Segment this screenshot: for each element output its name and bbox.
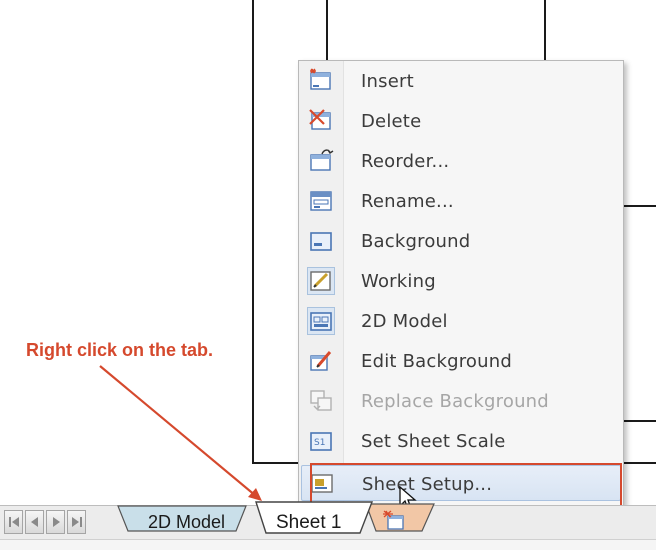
tab-2d-model[interactable]: 2D Model — [148, 512, 225, 533]
sheet-tab-strip: 2D Model Sheet 1 — [0, 501, 656, 550]
new-sheet-tab-icon[interactable] — [382, 510, 408, 536]
annotation-arrow — [99, 365, 262, 501]
tab-sheet-1[interactable]: Sheet 1 — [276, 512, 342, 534]
status-bar — [0, 539, 656, 550]
